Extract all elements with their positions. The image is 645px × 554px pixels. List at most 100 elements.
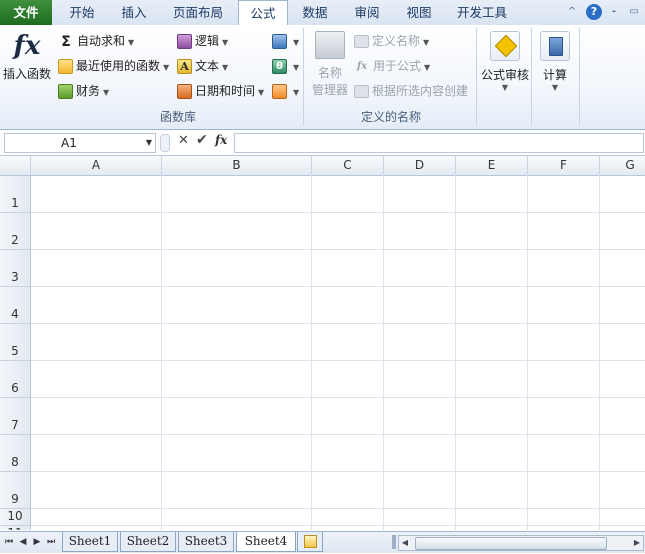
scroll-left-icon[interactable]: ◀ [399, 536, 411, 550]
column-header[interactable]: D [384, 156, 456, 176]
math-trig-button[interactable]: θ ▼ [272, 56, 299, 76]
chevron-down-icon: ▼ [128, 38, 135, 47]
row-header[interactable]: 11 [0, 526, 31, 530]
name-manager-icon [315, 31, 345, 59]
text-label: 文本 [195, 59, 220, 73]
lookup-reference-button[interactable]: ▼ [272, 31, 299, 51]
row-header[interactable]: 6 [0, 361, 31, 398]
column-header[interactable]: G [600, 156, 645, 176]
name-manager-button[interactable]: 名称 管理器 [308, 31, 352, 98]
row-header[interactable]: 5 [0, 324, 31, 361]
calculation-label: 计算 [542, 68, 567, 82]
worksheet-grid[interactable]: A B C D E F G 1 2 3 4 5 6 7 8 9 10 11 [0, 156, 645, 530]
column-header[interactable]: F [528, 156, 600, 176]
sheet-tab-sheet4[interactable]: Sheet4 [236, 532, 296, 552]
scrollbar-thumb[interactable] [415, 537, 607, 550]
define-name-label: 定义名称 [372, 34, 421, 48]
formula-bar-resize-handle[interactable] [160, 134, 170, 152]
chevron-down-icon: ▼ [501, 83, 509, 92]
gridline [527, 175, 528, 530]
tab-data[interactable]: 数据 [291, 0, 339, 25]
chevron-down-icon[interactable]: ▼ [146, 134, 152, 152]
last-sheet-icon[interactable]: ⏭ [46, 536, 56, 548]
sheet-tab-sheet3[interactable]: Sheet3 [178, 532, 234, 552]
sheet-tab-sheet2[interactable]: Sheet2 [120, 532, 176, 552]
column-header[interactable]: E [456, 156, 528, 176]
formula-input[interactable] [234, 133, 644, 153]
cancel-icon[interactable]: ✕ [178, 133, 189, 148]
chevron-down-icon: ▼ [103, 88, 110, 97]
collapse-ribbon-icon[interactable]: ^ [565, 5, 579, 19]
enter-icon[interactable]: ✔ [196, 132, 208, 148]
restore-icon[interactable]: ▭ [627, 5, 641, 19]
column-header[interactable]: B [162, 156, 312, 176]
insert-sheet-icon[interactable] [297, 532, 323, 552]
next-sheet-icon[interactable]: ▶ [32, 536, 42, 548]
row-header[interactable]: 10 [0, 509, 31, 526]
sheet-tab-bar: ⏮ ◀ ▶ ⏭ Sheet1 Sheet2 Sheet3 Sheet4 ◀ ▶ [0, 531, 645, 553]
define-name-button[interactable]: 定义名称 ▼ [354, 31, 429, 51]
scroll-right-icon[interactable]: ▶ [631, 536, 643, 550]
insert-function-fx-icon[interactable]: fx [215, 133, 227, 147]
gridline [31, 323, 645, 324]
datetime-button[interactable]: 日期和时间 ▼ [177, 81, 264, 101]
gridline [31, 212, 645, 213]
tab-page-layout[interactable]: 页面布局 [163, 0, 233, 25]
sheet-tab-sheet1[interactable]: Sheet1 [62, 532, 118, 552]
row-header[interactable]: 2 [0, 213, 31, 250]
recently-used-button[interactable]: 最近使用的函数 ▼ [58, 56, 169, 76]
tab-home[interactable]: 开始 [58, 0, 106, 25]
tab-split-handle[interactable] [392, 535, 396, 549]
chevron-down-icon: ▼ [258, 88, 265, 97]
create-from-selection-button[interactable]: 根据所选内容创建 [354, 81, 468, 101]
text-button[interactable]: A 文本 ▼ [177, 56, 228, 76]
lookup-book-icon [272, 34, 287, 49]
chevron-down-icon: ▼ [293, 88, 300, 97]
chevron-down-icon: ▼ [424, 63, 431, 72]
gridline [31, 508, 645, 509]
chevron-down-icon: ▼ [222, 63, 229, 72]
horizontal-scrollbar[interactable]: ◀ ▶ [398, 535, 644, 551]
tab-view[interactable]: 视图 [395, 0, 443, 25]
tab-file[interactable]: 文件 [0, 0, 52, 25]
chevron-down-icon: ▼ [293, 38, 300, 47]
tab-developer[interactable]: 开发工具 [449, 0, 515, 25]
financial-button[interactable]: 财务 ▼ [58, 81, 109, 101]
row-header[interactable]: 1 [0, 176, 31, 213]
gridline [161, 175, 162, 530]
name-box[interactable]: A1 ▼ [4, 133, 156, 153]
minimize-icon[interactable]: - [607, 5, 621, 19]
formula-auditing-button[interactable]: 公式审核 ▼ [479, 31, 531, 92]
tab-insert[interactable]: 插入 [110, 0, 158, 25]
help-icon[interactable]: ? [586, 4, 602, 20]
insert-function-button[interactable]: fx 插入函数 [2, 31, 52, 82]
first-sheet-icon[interactable]: ⏮ [4, 536, 14, 548]
name-manager-label-line2: 管理器 [311, 83, 348, 97]
column-header[interactable]: A [31, 156, 162, 176]
calculation-button[interactable]: 计算 ▼ [533, 31, 577, 92]
gridline [31, 286, 645, 287]
tab-formulas[interactable]: 公式 [238, 0, 288, 27]
logical-button[interactable]: 逻辑 ▼ [177, 31, 228, 51]
gridline [31, 360, 645, 361]
function-library-group-label: 函数库 [159, 110, 196, 124]
chevron-down-icon: ▼ [293, 63, 300, 72]
financial-label: 财务 [76, 84, 101, 98]
select-all-corner[interactable] [0, 156, 31, 176]
row-header[interactable]: 9 [0, 472, 31, 509]
column-header[interactable]: C [312, 156, 384, 176]
row-header[interactable]: 8 [0, 435, 31, 472]
row-header[interactable]: 7 [0, 398, 31, 435]
gridline [31, 434, 645, 435]
prev-sheet-icon[interactable]: ◀ [18, 536, 28, 548]
fx-icon: fx [13, 31, 41, 61]
row-header[interactable]: 4 [0, 287, 31, 324]
use-in-formula-button[interactable]: fx 用于公式 ▼ [354, 56, 430, 76]
calendar-book-icon [177, 84, 192, 99]
row-header[interactable]: 3 [0, 250, 31, 287]
chevron-down-icon: ▼ [222, 38, 229, 47]
name-manager-label-line1: 名称 [317, 66, 342, 80]
more-functions-button[interactable]: ▼ [272, 81, 299, 101]
autosum-button[interactable]: Σ 自动求和 ▼ [58, 31, 134, 51]
tab-review[interactable]: 审阅 [343, 0, 391, 25]
